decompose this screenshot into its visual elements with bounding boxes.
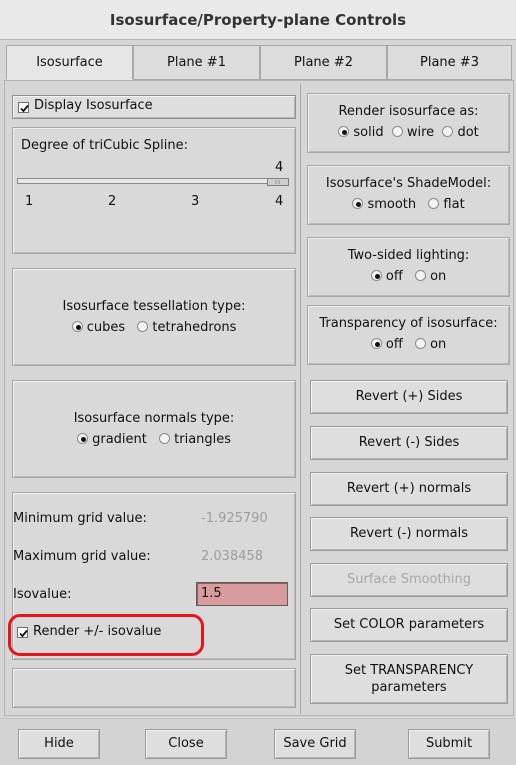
shade-options: smooth flat bbox=[308, 197, 509, 212]
render-as-panel: Render isosurface as: solid wire dot bbox=[307, 93, 510, 153]
display-isosurface-checkbox-box[interactable] bbox=[18, 101, 29, 116]
spline-value: 4 bbox=[275, 160, 284, 175]
check-icon bbox=[18, 102, 29, 113]
transparency-panel: Transparency of isosurface: off on bbox=[307, 305, 510, 365]
isovalue-input[interactable]: 1.5 bbox=[196, 582, 288, 606]
normals-options: gradient triangles bbox=[13, 432, 295, 447]
two-sided-option-off-label: off bbox=[385, 269, 403, 284]
render-as-option-solid[interactable]: solid bbox=[338, 125, 384, 140]
highlight-annotation bbox=[8, 614, 204, 656]
radio-unselected-icon bbox=[137, 321, 149, 332]
normals-option-gradient[interactable]: gradient bbox=[76, 432, 147, 447]
tessellation-option-cubes[interactable]: cubes bbox=[71, 320, 126, 335]
radio-unselected-icon bbox=[391, 126, 403, 137]
close-button[interactable]: Close bbox=[145, 729, 227, 759]
shade-option-flat-label: flat bbox=[443, 197, 465, 212]
two-sided-option-off[interactable]: off bbox=[370, 269, 403, 284]
spline-tick-1: 1 bbox=[25, 194, 34, 209]
radio-unselected-icon bbox=[442, 126, 454, 137]
shade-option-smooth[interactable]: smooth bbox=[352, 197, 416, 212]
render-as-options: solid wire dot bbox=[308, 125, 509, 140]
tessellation-options: cubes tetrahedrons bbox=[13, 320, 295, 335]
tab-isosurface[interactable]: Isosurface bbox=[6, 45, 133, 80]
shade-option-flat[interactable]: flat bbox=[428, 197, 465, 212]
radio-selected-icon bbox=[370, 338, 382, 349]
two-sided-panel: Two-sided lighting: off on bbox=[307, 237, 510, 297]
spline-slider-track[interactable] bbox=[17, 178, 289, 184]
spline-label: Degree of triCubic Spline: bbox=[21, 138, 188, 153]
two-sided-option-on[interactable]: on bbox=[414, 269, 447, 284]
set-transparency-line-1: Set TRANSPARENCY bbox=[344, 663, 474, 678]
revert-minus-sides-button[interactable]: Revert (-) Sides bbox=[310, 426, 508, 460]
normals-label: Isosurface normals type: bbox=[73, 411, 235, 426]
display-isosurface-checkbox[interactable]: Display Isosurface bbox=[12, 95, 296, 119]
set-transparency-line-2: parameters bbox=[371, 680, 447, 695]
shade-option-smooth-label: smooth bbox=[367, 197, 417, 212]
spline-panel: Degree of triCubic Spline: 4 1 2 3 4 bbox=[12, 127, 296, 254]
display-isosurface-label: Display Isosurface bbox=[34, 98, 153, 113]
transparency-option-off[interactable]: off bbox=[370, 337, 403, 352]
normals-option-triangles-label: triangles bbox=[174, 432, 232, 447]
tessellation-option-cubes-label: cubes bbox=[86, 320, 126, 335]
revert-plus-normals-button[interactable]: Revert (+) normals bbox=[310, 472, 508, 506]
surface-smoothing-button[interactable]: Surface Smoothing bbox=[310, 563, 508, 597]
normals-panel: Isosurface normals type: gradient triang… bbox=[12, 380, 296, 478]
tab-plane-3[interactable]: Plane #3 bbox=[387, 45, 512, 80]
tessellation-option-tetrahedrons-label: tetrahedrons bbox=[152, 320, 237, 335]
transparency-label: Transparency of isosurface: bbox=[319, 316, 498, 331]
spline-slider-handle[interactable] bbox=[267, 178, 289, 186]
column-divider bbox=[300, 84, 301, 714]
radio-selected-icon bbox=[76, 433, 88, 444]
tab-plane-1[interactable]: Plane #1 bbox=[133, 45, 260, 80]
max-grid-label: Maximum grid value: bbox=[13, 549, 151, 564]
two-sided-options: off on bbox=[308, 269, 509, 284]
tessellation-label: Isosurface tessellation type: bbox=[62, 299, 246, 314]
status-box bbox=[12, 668, 296, 708]
revert-plus-sides-button[interactable]: Revert (+) Sides bbox=[310, 380, 508, 414]
radio-unselected-icon bbox=[428, 198, 440, 209]
set-transparency-button[interactable]: Set TRANSPARENCY parameters bbox=[310, 654, 508, 704]
normals-option-gradient-label: gradient bbox=[92, 432, 147, 447]
hide-button[interactable]: Hide bbox=[18, 729, 100, 759]
max-grid-value: 2.038458 bbox=[201, 549, 264, 564]
tab-plane-2[interactable]: Plane #2 bbox=[260, 45, 387, 80]
render-as-option-wire[interactable]: wire bbox=[391, 125, 435, 140]
isovalue-label: Isovalue: bbox=[13, 587, 72, 602]
radio-unselected-icon bbox=[414, 270, 426, 281]
two-sided-label: Two-sided lighting: bbox=[347, 248, 470, 263]
transparency-option-on-label: on bbox=[430, 337, 447, 352]
min-grid-label: Minimum grid value: bbox=[13, 511, 147, 526]
set-color-button[interactable]: Set COLOR parameters bbox=[310, 608, 508, 642]
spline-tick-3: 3 bbox=[191, 194, 200, 209]
window-title: Isosurface/Property-plane Controls bbox=[0, 0, 516, 40]
spline-tick-2: 2 bbox=[108, 194, 117, 209]
transparency-option-on[interactable]: on bbox=[414, 337, 447, 352]
submit-button[interactable]: Submit bbox=[408, 729, 490, 759]
radio-selected-icon bbox=[338, 126, 350, 137]
two-sided-option-on-label: on bbox=[430, 269, 447, 284]
render-as-option-dot-label: dot bbox=[457, 125, 479, 140]
radio-selected-icon bbox=[370, 270, 382, 281]
transparency-options: off on bbox=[308, 337, 509, 352]
spline-tick-4: 4 bbox=[275, 194, 284, 209]
tessellation-option-tetrahedrons[interactable]: tetrahedrons bbox=[137, 320, 236, 335]
shade-panel: Isosurface's ShadeModel: smooth flat bbox=[307, 165, 510, 225]
tessellation-panel: Isosurface tessellation type: cubes tetr… bbox=[12, 268, 296, 366]
render-as-option-wire-label: wire bbox=[406, 125, 435, 140]
render-as-label: Render isosurface as: bbox=[338, 104, 479, 119]
render-as-option-dot[interactable]: dot bbox=[442, 125, 479, 140]
min-grid-value: -1.925790 bbox=[201, 511, 268, 526]
radio-selected-icon bbox=[352, 198, 364, 209]
revert-minus-normals-button[interactable]: Revert (-) normals bbox=[310, 517, 508, 551]
radio-selected-icon bbox=[71, 321, 83, 332]
shade-label: Isosurface's ShadeModel: bbox=[325, 176, 492, 191]
normals-option-triangles[interactable]: triangles bbox=[159, 432, 231, 447]
render-as-option-solid-label: solid bbox=[353, 125, 384, 140]
save-grid-button[interactable]: Save Grid bbox=[274, 729, 356, 759]
radio-unselected-icon bbox=[159, 433, 170, 444]
radio-unselected-icon bbox=[414, 338, 426, 349]
transparency-option-off-label: off bbox=[385, 337, 403, 352]
